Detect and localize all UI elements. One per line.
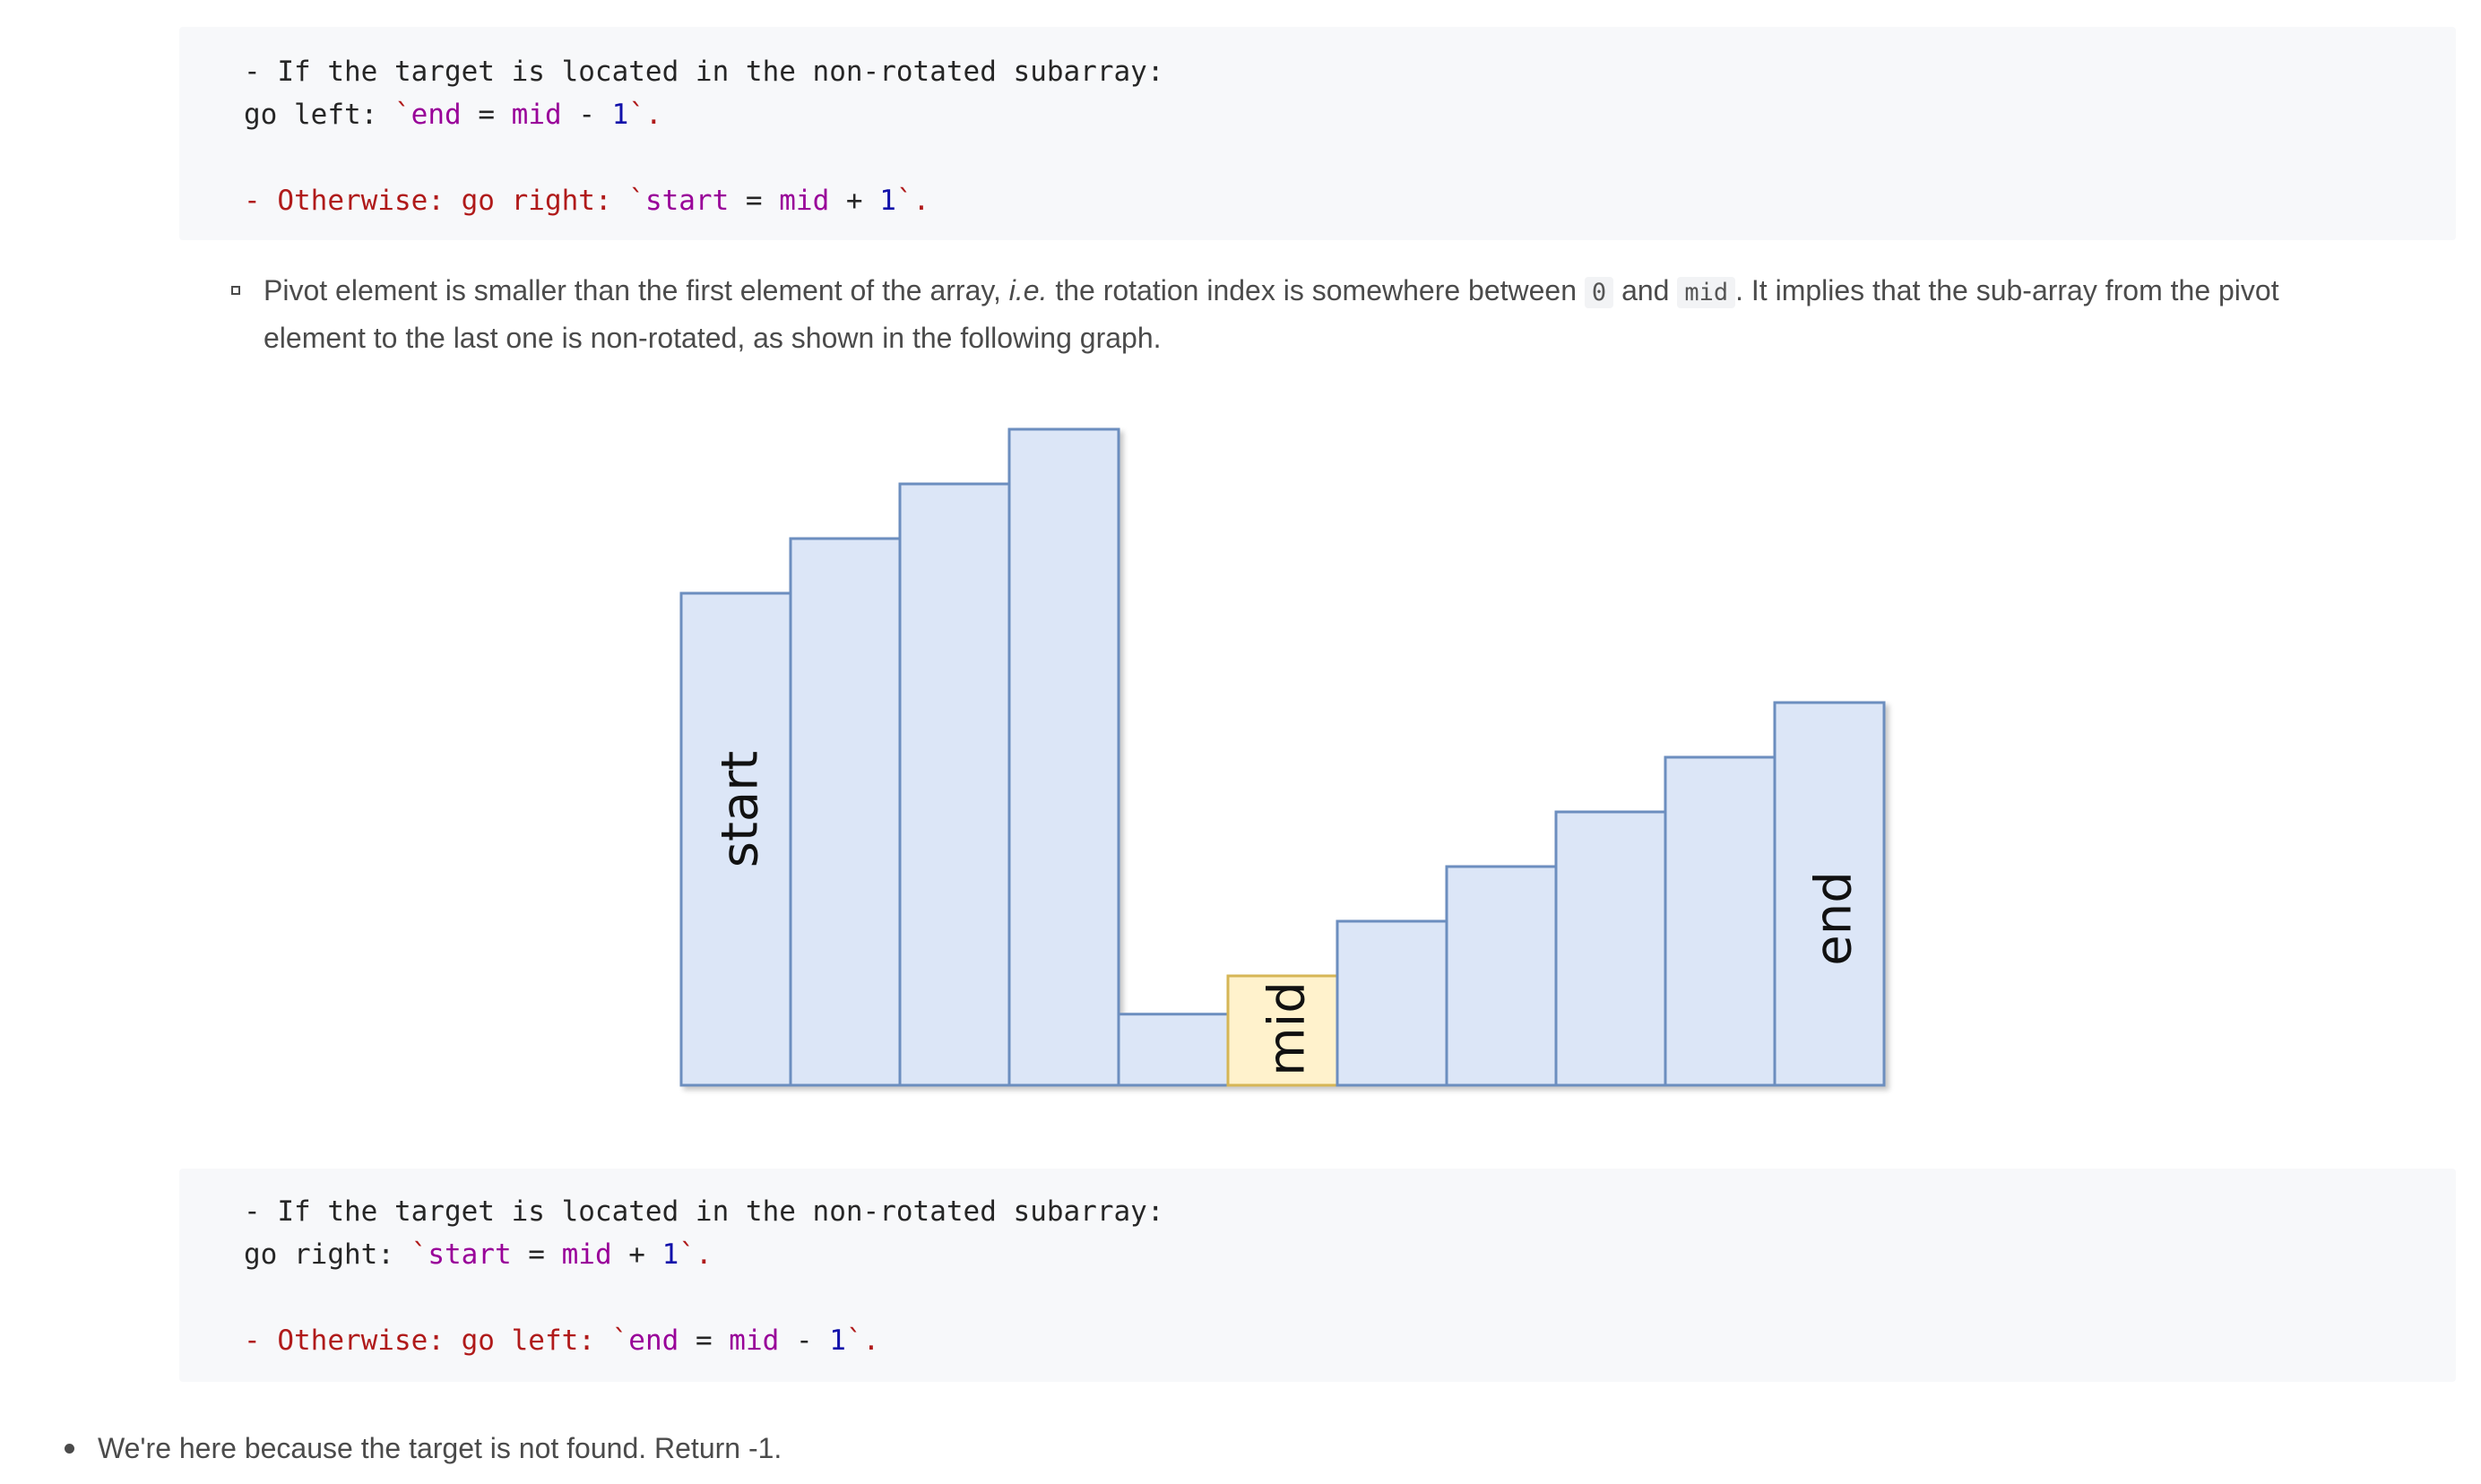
array-bar — [1445, 865, 1558, 1087]
array-bar — [1007, 427, 1120, 1087]
code-block-2: - If the target is located in the non-ro… — [179, 1169, 2456, 1382]
code-line: - If the target is located in the non-ro… — [244, 1195, 1164, 1228]
array-bar — [1664, 755, 1776, 1087]
code-line: go right: `start = mid + 1`. — [244, 1238, 713, 1271]
bullet-notfound-text: We're here because the target is not fou… — [98, 1432, 782, 1464]
label-end: end — [1805, 871, 1863, 966]
label-start: start — [712, 751, 770, 867]
disc-bullet-icon — [65, 1444, 74, 1454]
code-line: - Otherwise: go left: `end = mid - 1`. — [244, 1324, 880, 1357]
array-bar — [1554, 810, 1667, 1087]
array-bar — [1336, 919, 1448, 1087]
array-bar — [898, 482, 1011, 1087]
array-bar — [789, 537, 902, 1087]
label-mid: mid — [1258, 981, 1317, 1076]
array-bar — [1117, 1013, 1230, 1087]
